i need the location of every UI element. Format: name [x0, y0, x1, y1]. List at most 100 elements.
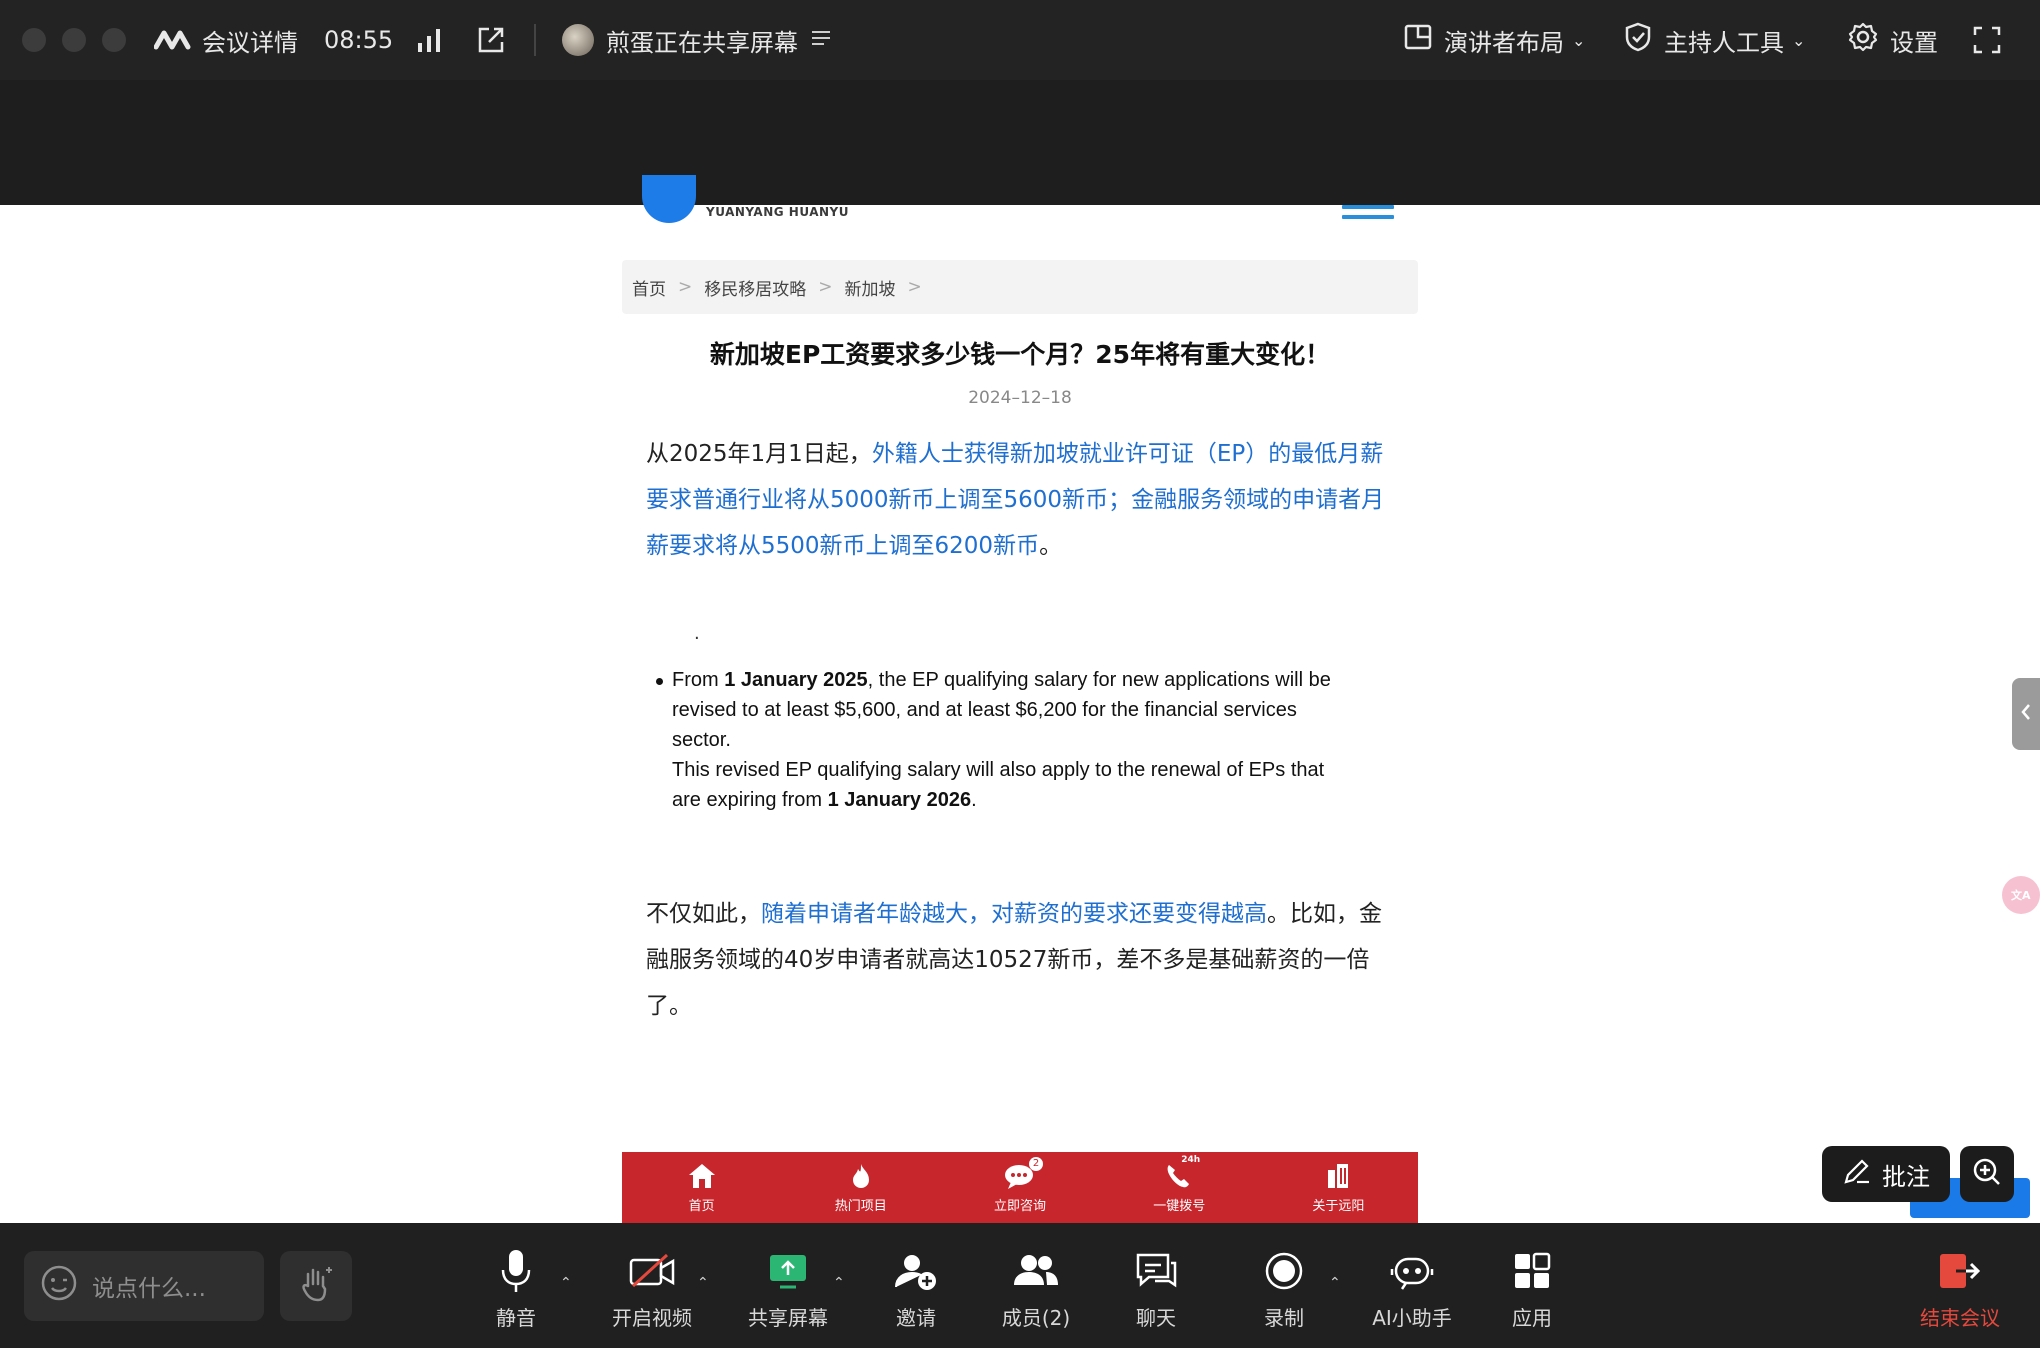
- zoom-in-icon: [1971, 1156, 2003, 1192]
- video-off-icon: [629, 1246, 675, 1296]
- window-minimize-button[interactable]: [62, 28, 86, 52]
- annotate-button[interactable]: 批注: [1822, 1146, 1950, 1202]
- record-options-caret[interactable]: ⌃: [1329, 1275, 1341, 1291]
- phone-badge: 24h: [1181, 1155, 1201, 1165]
- flame-icon: [849, 1161, 873, 1191]
- footer-nav-home[interactable]: 首页: [622, 1152, 781, 1223]
- chat-button[interactable]: 聊天: [1101, 1241, 1211, 1331]
- host-tools-label: 主持人工具: [1664, 28, 1784, 57]
- pen-icon: [1842, 1156, 1872, 1192]
- phone-icon: 24h: [1164, 1155, 1200, 1191]
- shared-screen-area: YUANYANG HUANYU 首页 > 移民移居攻略 > 新加坡 > 新加坡E…: [0, 80, 2040, 1223]
- breadcrumb-singapore[interactable]: 新加坡: [845, 275, 896, 300]
- breadcrumb-separator: >: [818, 277, 833, 297]
- article-date: 2024–12–18: [968, 388, 1072, 408]
- chat-bubble-icon: 2: [1003, 1157, 1043, 1191]
- sharer-status-label: 煎蛋正在共享屏幕: [606, 28, 798, 57]
- sharer-status[interactable]: 煎蛋正在共享屏幕: [562, 0, 832, 80]
- article-title: 新加坡EP工资要求多少钱一个月？25年将有重大变化！: [709, 340, 1331, 369]
- site-logo-text: YUANYANG HUANYU: [706, 205, 849, 219]
- ai-assistant-label: AI小助手: [1372, 1306, 1452, 1330]
- end-meeting-label: 结束会议: [1920, 1306, 2000, 1330]
- emoji-icon[interactable]: [40, 1264, 78, 1308]
- building-icon: [1325, 1161, 1351, 1191]
- home-icon: [687, 1161, 717, 1191]
- shield-icon: [1624, 22, 1652, 58]
- side-panel-toggle[interactable]: [2012, 678, 2040, 750]
- shared-webpage: YUANYANG HUANYU 首页 > 移民移居攻略 > 新加坡 > 新加坡E…: [622, 175, 1418, 1223]
- chevron-left-icon: [2020, 703, 2032, 725]
- settings-label: 设置: [1890, 28, 1938, 57]
- zoom-in-button[interactable]: [1960, 1146, 2014, 1202]
- window-close-button[interactable]: [22, 28, 46, 52]
- sharer-avatar: [562, 24, 594, 56]
- paragraph-text: 从2025年1月1日起，: [646, 441, 872, 467]
- quote-line-2: This revised EP qualifying salary will a…: [672, 759, 1325, 811]
- video-button[interactable]: 开启视频: [597, 1241, 707, 1331]
- share-options-caret[interactable]: ⌃: [833, 1275, 845, 1291]
- host-tools-button[interactable]: 主持人工具 ⌄: [1624, 0, 1805, 80]
- footer-nav-consult[interactable]: 2 立即咨询: [940, 1152, 1099, 1223]
- share-screen-button[interactable]: 共享屏幕: [733, 1241, 843, 1331]
- meeting-toolbar: 说点什么... 静音 ⌃ 开启视频 ⌃ 共享屏幕 ⌃ 邀请 成员(2) 聊天 录…: [0, 1223, 2040, 1348]
- breadcrumb-guide[interactable]: 移民移居攻略: [704, 275, 806, 300]
- bullet-dot: [656, 678, 663, 685]
- mute-button[interactable]: 静音: [461, 1241, 571, 1331]
- quote-line-1: From 1 January 2025, the EP qualifying s…: [672, 669, 1331, 751]
- ai-assistant-button[interactable]: AI小助手: [1357, 1241, 1467, 1331]
- invite-label: 邀请: [896, 1306, 936, 1330]
- apps-grid-icon: [1513, 1246, 1551, 1296]
- footer-nav-call[interactable]: 24h 一键拨号: [1100, 1152, 1259, 1223]
- invite-button[interactable]: 邀请: [861, 1241, 971, 1331]
- paragraph-text: 不仅如此，: [646, 901, 761, 927]
- video-options-caret[interactable]: ⌃: [697, 1275, 709, 1291]
- settings-button[interactable]: 设置: [1848, 0, 1938, 80]
- robot-icon: [1390, 1246, 1434, 1296]
- site-logo-icon: [642, 175, 696, 223]
- quote-stray-mark: .: [694, 623, 700, 644]
- record-button[interactable]: 录制: [1229, 1241, 1339, 1331]
- meeting-details-button[interactable]: 会议详情: [153, 0, 298, 80]
- consult-badge: 2: [1029, 1157, 1043, 1171]
- official-quote: From 1 January 2025, the EP qualifying s…: [656, 665, 1352, 815]
- apps-button[interactable]: 应用: [1477, 1241, 1587, 1331]
- speaker-layout-button[interactable]: 演讲者布局 ⌄: [1404, 0, 1585, 80]
- translate-icon[interactable]: 文A: [2002, 876, 2040, 914]
- share-screen-icon: [768, 1246, 808, 1296]
- breadcrumb-home[interactable]: 首页: [632, 275, 666, 300]
- hamburger-menu-icon[interactable]: [1342, 205, 1394, 227]
- footer-nav-about[interactable]: 关于远阳: [1259, 1152, 1418, 1223]
- article-paragraph-1: 从2025年1月1日起，外籍人士获得新加坡就业许可证（EP）的最低月薪要求普通行…: [646, 431, 1396, 569]
- breadcrumb: 首页 > 移民移居攻略 > 新加坡 >: [622, 260, 1418, 314]
- members-icon: [1012, 1246, 1060, 1296]
- add-user-icon: [894, 1246, 938, 1296]
- gear-icon: [1848, 22, 1878, 58]
- list-icon: [810, 26, 832, 54]
- fullscreen-icon[interactable]: [1972, 0, 2002, 80]
- paragraph-text: 。: [1039, 533, 1063, 559]
- mute-options-caret[interactable]: ⌃: [560, 1275, 572, 1291]
- svg-text:文A: 文A: [2011, 888, 2031, 902]
- layout-icon: [1404, 24, 1432, 56]
- speaker-layout-label: 演讲者布局: [1444, 28, 1564, 57]
- meeting-timer: 08:55: [324, 26, 394, 54]
- site-footer-nav: 首页 热门项目 2 立即咨询 24h 一键拨号 关于远阳: [622, 1152, 1418, 1223]
- footer-nav-hot[interactable]: 热门项目: [781, 1152, 940, 1223]
- end-meeting-button[interactable]: 结束会议: [1905, 1241, 2015, 1331]
- meeting-top-bar: 会议详情 08:55 煎蛋正在共享屏幕 演讲者布局 ⌄ 主持人工具 ⌄ 设置: [0, 0, 2040, 80]
- signal-bars-icon[interactable]: [416, 0, 444, 80]
- members-button[interactable]: 成员(2): [981, 1241, 1091, 1331]
- record-icon: [1264, 1246, 1304, 1296]
- article-paragraph-2: 不仅如此，随着申请者年龄越大，对薪资的要求还要变得越高。比如，金融服务领域的40…: [646, 891, 1396, 1029]
- breadcrumb-separator: >: [907, 277, 922, 297]
- chat-label: 聊天: [1136, 1306, 1176, 1330]
- quick-chat-input[interactable]: 说点什么...: [24, 1251, 264, 1321]
- highlight-link[interactable]: 随着申请者年龄越大，对薪资的要求还要变得越高: [761, 901, 1267, 927]
- annotate-label: 批注: [1882, 1162, 1930, 1191]
- popout-icon[interactable]: [476, 0, 506, 80]
- record-label: 录制: [1264, 1306, 1304, 1330]
- raise-hand-button[interactable]: [280, 1251, 352, 1321]
- video-label: 开启视频: [612, 1306, 692, 1330]
- chat-icon: [1135, 1246, 1177, 1296]
- window-maximize-button[interactable]: [102, 28, 126, 52]
